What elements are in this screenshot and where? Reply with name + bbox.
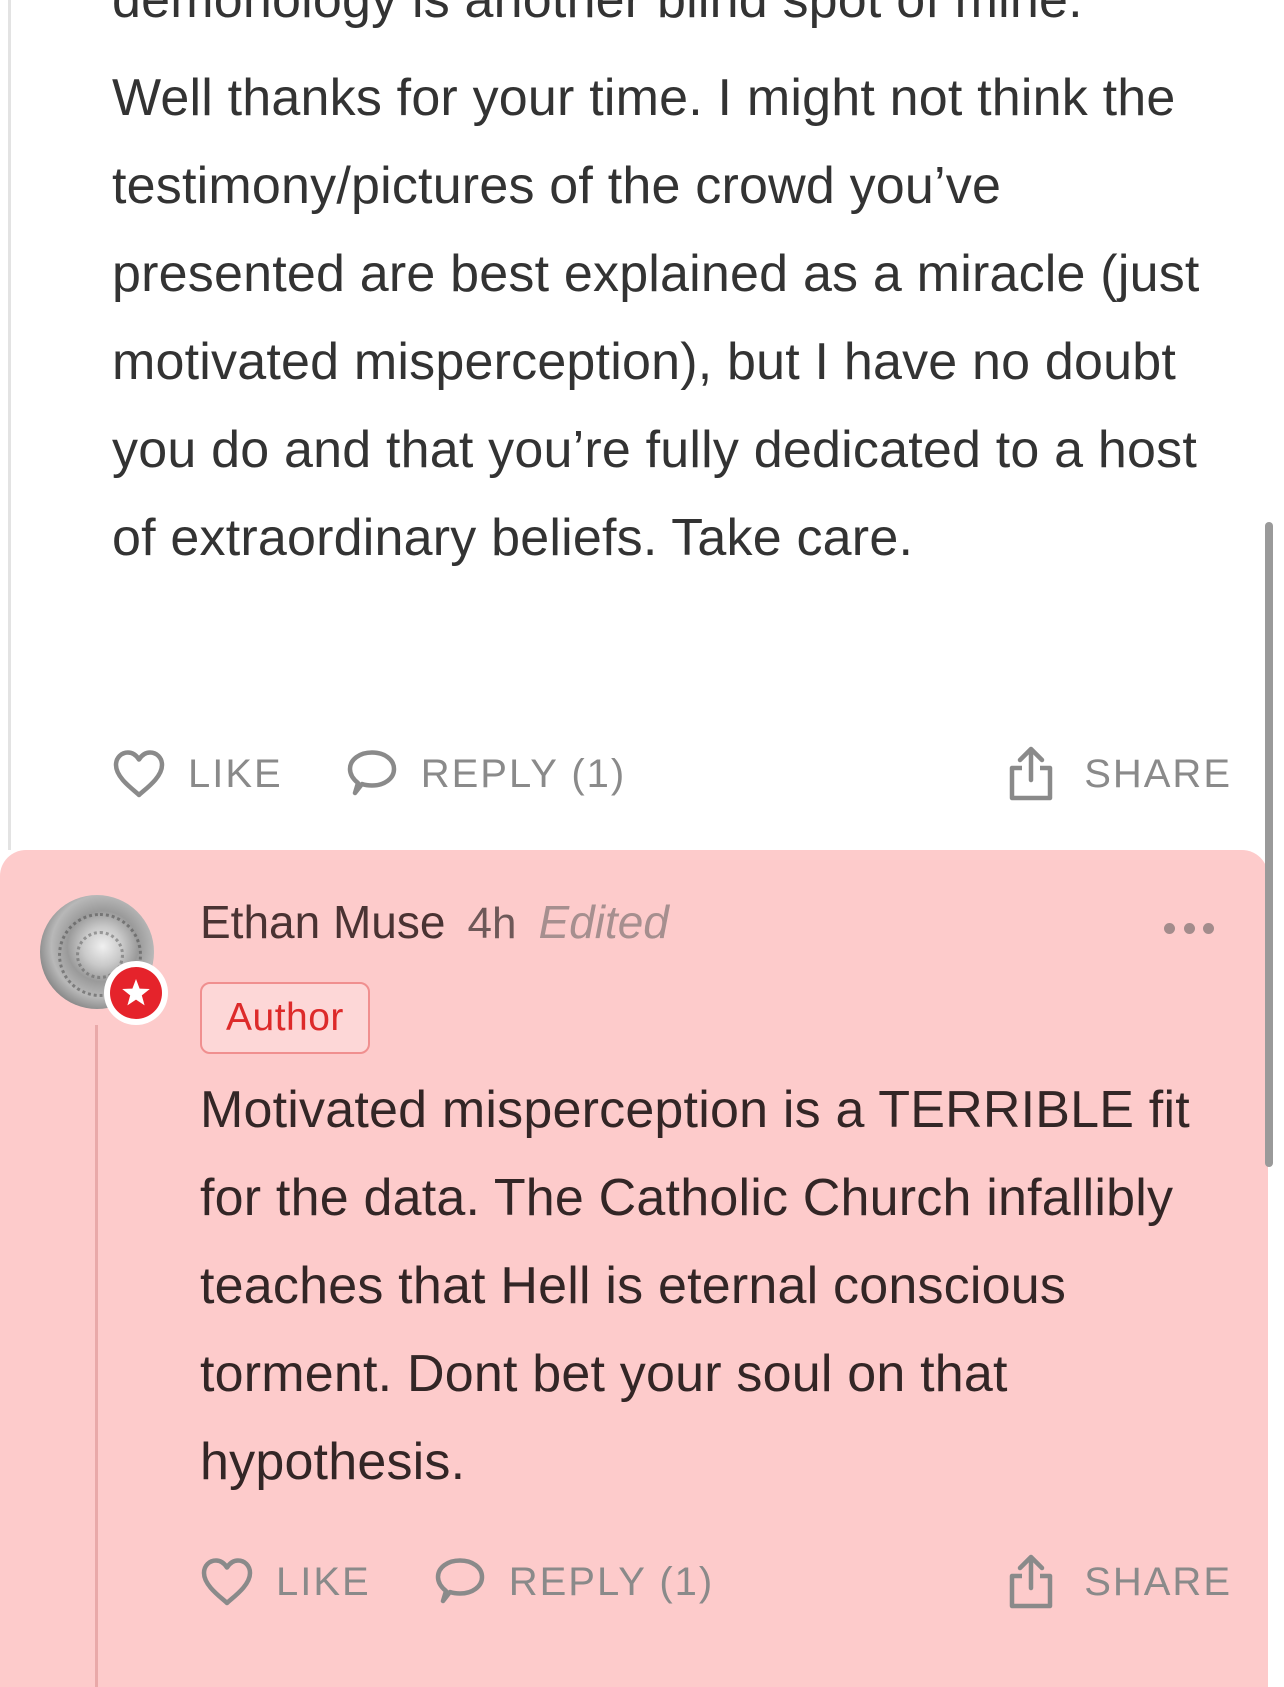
like-label: LIKE	[276, 1559, 371, 1604]
heart-icon	[112, 749, 166, 799]
edited-label: Edited	[538, 896, 669, 948]
like-button[interactable]: LIKE	[112, 749, 283, 799]
author-star-badge	[104, 961, 168, 1025]
speech-bubble-icon	[433, 1557, 487, 1607]
parent-comment-body: demonology is another blind spot of mine…	[112, 0, 1232, 582]
share-label: SHARE	[1084, 1559, 1232, 1604]
parent-comment-paragraph: Well thanks for your time. I might not t…	[112, 69, 1200, 567]
more-dots-icon	[1183, 922, 1195, 934]
reply-label: REPLY (1)	[420, 751, 627, 796]
comment-thread-page: demonology is another blind spot of mine…	[0, 0, 1284, 1687]
reply-paragraph: Motivated misperception is a TERRIBLE fi…	[200, 1081, 1190, 1491]
more-dots-icon	[1203, 922, 1214, 934]
reply-button[interactable]: REPLY (1)	[433, 1557, 714, 1607]
author-name[interactable]: Ethan Muse	[200, 895, 445, 949]
more-dots-icon	[1164, 922, 1175, 934]
like-label: LIKE	[188, 751, 283, 796]
reply-button[interactable]: REPLY (1)	[345, 749, 626, 799]
timestamp[interactable]: 4h	[467, 899, 516, 949]
author-badge: Author	[200, 982, 370, 1054]
reply-header: Ethan Muse 4h Edited	[200, 895, 669, 949]
share-upload-icon	[1008, 746, 1054, 802]
speech-bubble-icon	[345, 749, 399, 799]
parent-comment-actions: LIKE REPLY (1) SHARE	[112, 744, 1232, 804]
parent-comment-paragraph: demonology is another blind spot of mine…	[112, 0, 1083, 29]
scrollbar[interactable]	[1265, 522, 1273, 1167]
share-label: SHARE	[1084, 751, 1232, 796]
share-upload-icon	[1008, 1554, 1054, 1610]
reply-thread-line[interactable]	[95, 1025, 98, 1687]
reply-label: REPLY (1)	[508, 1559, 715, 1604]
reply-actions: LIKE REPLY (1) SHARE	[200, 1552, 1232, 1612]
star-icon	[110, 967, 162, 1019]
like-button[interactable]: LIKE	[200, 1557, 371, 1607]
share-button[interactable]: SHARE	[1008, 1554, 1232, 1610]
heart-icon	[200, 1557, 254, 1607]
more-options-button[interactable]	[1164, 918, 1214, 938]
reply-body: Motivated misperception is a TERRIBLE fi…	[200, 1066, 1240, 1506]
share-button[interactable]: SHARE	[1008, 746, 1232, 802]
thread-line[interactable]	[8, 0, 11, 850]
